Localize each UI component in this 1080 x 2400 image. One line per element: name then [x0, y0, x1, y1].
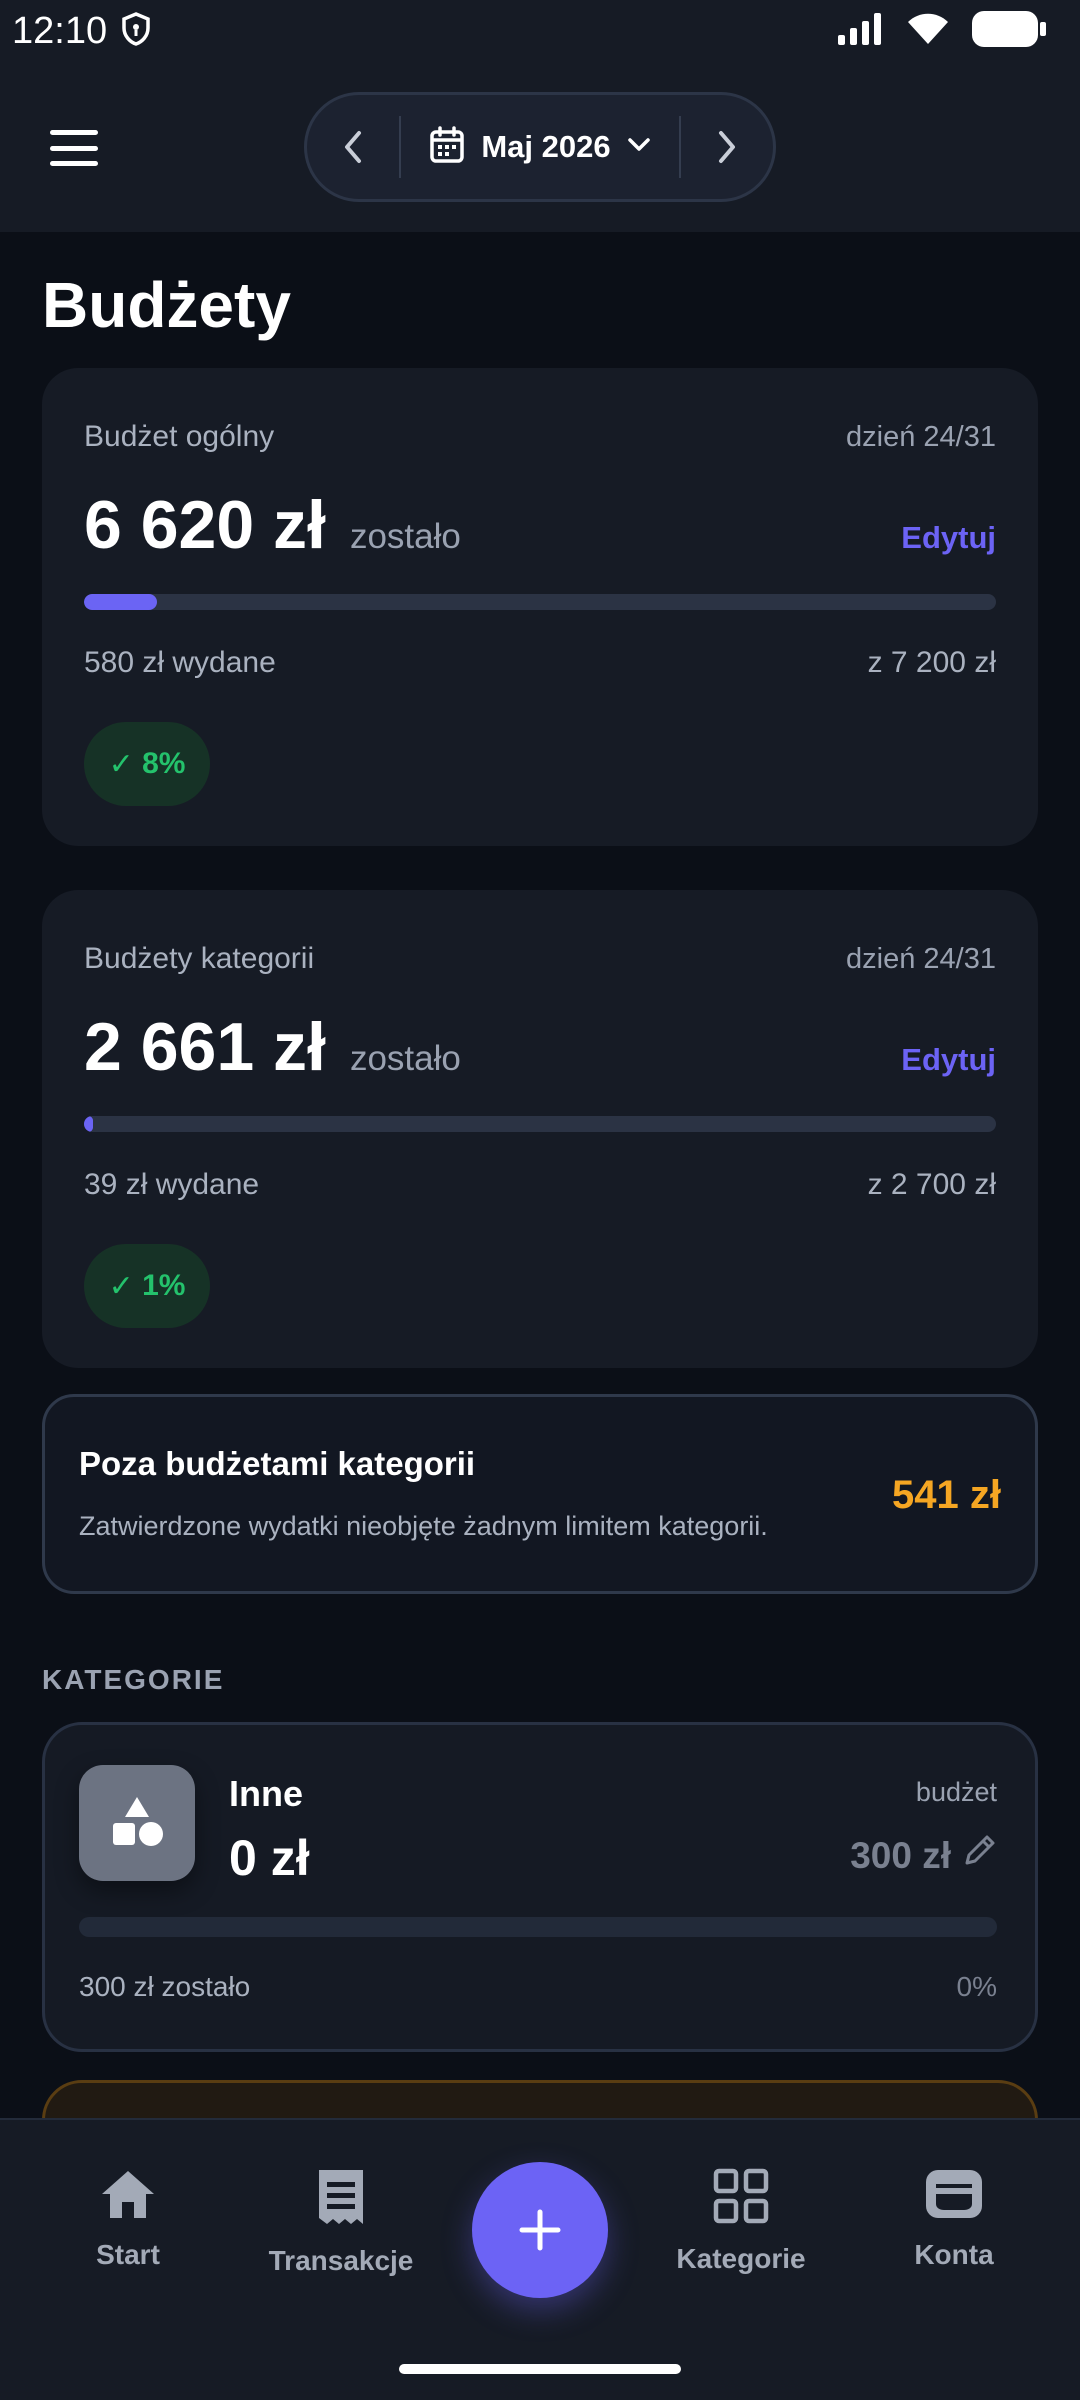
- nav-label: Start: [96, 2239, 160, 2270]
- next-month-button[interactable]: [681, 95, 773, 199]
- amount-group: 2 661 zł zostało: [84, 1008, 461, 1086]
- status-icons: [838, 10, 1046, 52]
- bottom-navigation: Start Transakcje Kategorie Konta: [0, 2118, 1080, 2400]
- total-amount: z 2 700 zł: [867, 1168, 996, 1201]
- spent-amount: 580 zł wydane: [84, 646, 276, 679]
- nav-start[interactable]: Start: [43, 2168, 213, 2271]
- nav-label: Konta: [914, 2239, 994, 2270]
- spent-row: 580 zł wydane z 7 200 zł: [84, 646, 996, 680]
- home-icon: [99, 2168, 157, 2225]
- progress-fill: [84, 1116, 94, 1132]
- card-header: Budżety kategorii dzień 24/31: [84, 942, 996, 976]
- day-counter: dzień 24/31: [846, 420, 996, 453]
- amount-row: 2 661 zł zostało Edytuj: [84, 1008, 996, 1086]
- percent-value: 1%: [142, 1269, 186, 1302]
- amount-group: 6 620 zł zostało: [84, 486, 461, 564]
- home-indicator: [399, 2364, 681, 2374]
- status-bar: 12:10: [0, 0, 1080, 62]
- remaining-amount: 6 620 zł: [84, 487, 326, 563]
- remaining-suffix: zostało: [349, 1039, 461, 1078]
- check-icon: ✓: [108, 1269, 143, 1303]
- category-budget-value: 300 zł: [850, 1834, 951, 1876]
- outside-budgets-card[interactable]: Poza budżetami kategorii Zatwierdzone wy…: [42, 1394, 1038, 1594]
- previous-month-button[interactable]: [307, 95, 399, 199]
- overall-budget-card: Budżet ogólny dzień 24/31 6 620 zł zosta…: [42, 368, 1038, 846]
- section-label-categories: KATEGORIE: [42, 1664, 225, 1695]
- nav-label: Transakcje: [268, 2245, 414, 2276]
- nav-accounts[interactable]: Konta: [869, 2168, 1039, 2271]
- card-title: Budżety kategorii: [84, 942, 315, 975]
- progress-fill: [84, 594, 157, 610]
- remaining-suffix: zostało: [349, 517, 461, 556]
- check-icon: ✓: [108, 747, 143, 781]
- wifi-icon: [906, 12, 950, 51]
- battery-icon: [972, 10, 1046, 52]
- progress-bar: [84, 594, 996, 610]
- edit-category-budget-button[interactable]: 300 zł: [850, 1833, 997, 1878]
- add-transaction-button[interactable]: [472, 2162, 608, 2298]
- grid-icon: [713, 2168, 769, 2229]
- month-label: Maj 2026: [481, 129, 611, 164]
- nav-transactions[interactable]: Transakcje: [256, 2168, 426, 2277]
- chevron-down-icon: [627, 137, 651, 158]
- percent-badge: ✓ 1%: [84, 1244, 210, 1328]
- signal-icon: [838, 12, 884, 50]
- outside-title: Poza budżetami kategorii: [79, 1445, 476, 1482]
- hamburger-icon-line: [50, 145, 98, 151]
- page-title: Budżety: [42, 269, 291, 341]
- edit-category-budgets-button[interactable]: Edytuj: [901, 1042, 996, 1078]
- menu-button[interactable]: [50, 130, 98, 166]
- progress-bar: [84, 1116, 996, 1132]
- category-percent: 0%: [956, 1971, 997, 2002]
- category-spent: 0 zł: [229, 1830, 310, 1886]
- chevron-left-icon: [345, 131, 361, 163]
- percent-badge: ✓ 8%: [84, 722, 210, 806]
- category-name: Inne: [229, 1773, 304, 1814]
- category-card[interactable]: Inne 0 zł budżet 300 zł 300 zł zostało 0…: [42, 1722, 1038, 2052]
- percent-value: 8%: [142, 747, 186, 780]
- spent-row: 39 zł wydane z 2 700 zł: [84, 1168, 996, 1202]
- shield-icon: [121, 11, 151, 51]
- month-select[interactable]: Maj 2026: [401, 125, 679, 169]
- wallet-icon: [924, 2168, 984, 2225]
- shapes-icon: [79, 1765, 195, 1881]
- card-header: Budżet ogólny dzień 24/31: [84, 420, 996, 454]
- spent-amount: 39 zł wydane: [84, 1168, 260, 1201]
- pencil-icon: [961, 1833, 997, 1878]
- calendar-icon: [429, 125, 465, 169]
- card-title: Budżet ogólny: [84, 420, 275, 453]
- nav-categories[interactable]: Kategorie: [656, 2168, 826, 2275]
- remaining-amount: 2 661 zł: [84, 1009, 326, 1085]
- status-time: 12:10: [12, 9, 108, 52]
- day-counter: dzień 24/31: [846, 942, 996, 975]
- category-remaining: 300 zł zostało: [79, 1971, 251, 2002]
- hamburger-icon-line: [50, 130, 98, 135]
- edit-overall-budget-button[interactable]: Edytuj: [901, 520, 996, 556]
- hamburger-icon-line: [50, 161, 98, 166]
- chevron-right-icon: [719, 131, 735, 163]
- nav-label: Kategorie: [676, 2243, 806, 2274]
- category-progress-bar: [79, 1917, 997, 1937]
- top-header: Maj 2026: [0, 62, 1080, 232]
- outside-amount: 541 zł: [892, 1473, 1001, 1517]
- status-left: 12:10: [12, 10, 151, 53]
- month-picker: Maj 2026: [304, 92, 776, 202]
- category-budget-label: budżet: [915, 1777, 997, 1807]
- plus-icon: [519, 2209, 561, 2251]
- total-amount: z 7 200 zł: [867, 646, 996, 679]
- category-budgets-card: Budżety kategorii dzień 24/31 2 661 zł z…: [42, 890, 1038, 1368]
- outside-description: Zatwierdzone wydatki nieobjęte żadnym li…: [79, 1511, 768, 1541]
- receipt-icon: [315, 2168, 367, 2231]
- amount-row: 6 620 zł zostało Edytuj: [84, 486, 996, 564]
